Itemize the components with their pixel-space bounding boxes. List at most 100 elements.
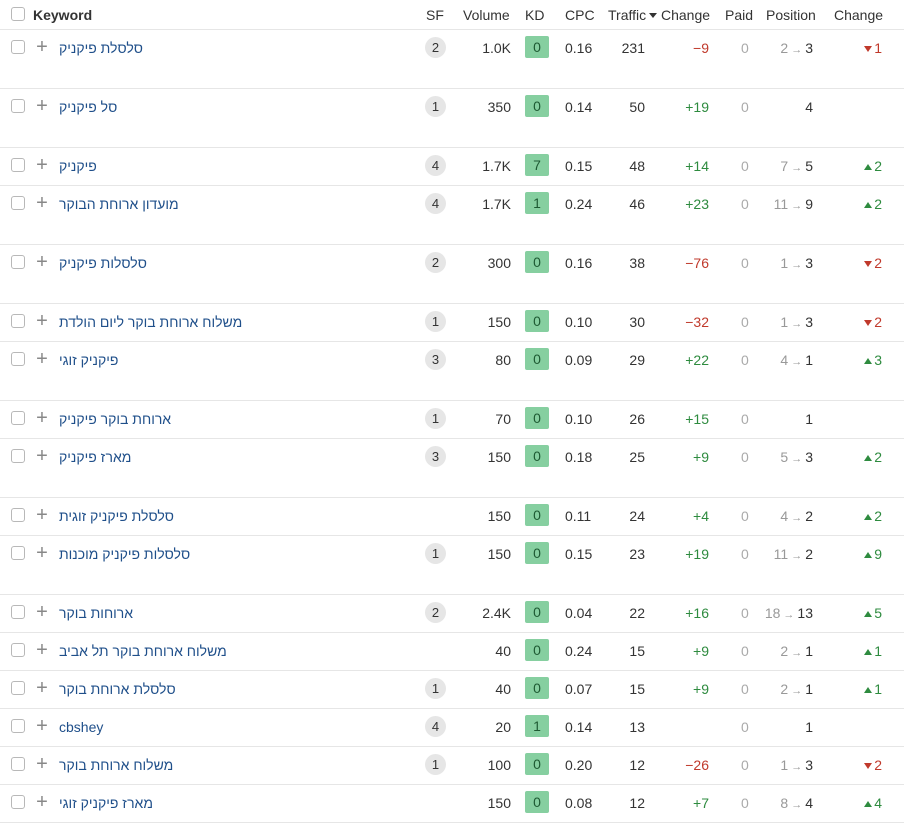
triangle-up-icon xyxy=(864,202,873,208)
plus-icon[interactable]: + xyxy=(35,155,49,175)
header-volume[interactable]: Volume xyxy=(463,7,510,23)
serp-features-badge[interactable]: 4 xyxy=(425,193,446,214)
position-new: 3 xyxy=(805,255,813,271)
row-checkbox[interactable] xyxy=(11,255,25,269)
header-traffic[interactable]: Traffic xyxy=(608,7,658,23)
plus-icon[interactable]: + xyxy=(35,505,49,525)
row-checkbox[interactable] xyxy=(11,352,25,366)
keyword-link[interactable]: סלסלות פיקניק xyxy=(59,254,147,272)
keyword-link[interactable]: משלוח ארוחת בוקר xyxy=(59,756,173,774)
keyword-link[interactable]: משלוח ארוחת בוקר ליום הולדת xyxy=(59,313,242,331)
row-checkbox[interactable] xyxy=(11,158,25,172)
header-cpc[interactable]: CPC xyxy=(565,7,595,23)
serp-features-badge[interactable]: 1 xyxy=(425,543,446,564)
position-change-value: 2 xyxy=(874,314,882,330)
serp-features-badge[interactable]: 1 xyxy=(425,678,446,699)
traffic-change-value: +14 xyxy=(685,158,709,174)
header-keyword[interactable]: Keyword xyxy=(33,7,92,23)
row-checkbox[interactable] xyxy=(11,757,25,771)
row-checkbox[interactable] xyxy=(11,99,25,113)
serp-features-badge[interactable]: 1 xyxy=(425,96,446,117)
row-checkbox[interactable] xyxy=(11,411,25,425)
plus-icon[interactable]: + xyxy=(35,792,49,812)
header-position[interactable]: Position xyxy=(766,7,816,23)
serp-features-badge[interactable]: 1 xyxy=(425,408,446,429)
plus-icon[interactable]: + xyxy=(35,446,49,466)
keyword-link[interactable]: מועדון ארוחת הבוקר xyxy=(59,195,179,213)
row-checkbox[interactable] xyxy=(11,40,25,54)
keyword-link[interactable]: פיקניק xyxy=(59,157,97,175)
row-checkbox[interactable] xyxy=(11,314,25,328)
table-row: + משלוח ארוחת בוקר 1 100 0 0.20 12 −26 0 1 → 3 2 xyxy=(0,747,904,785)
kd-badge: 0 xyxy=(525,348,549,370)
plus-icon[interactable]: + xyxy=(35,716,49,736)
keyword-link[interactable]: מארז פיקניק xyxy=(59,448,131,466)
triangle-up-icon xyxy=(864,455,873,461)
row-checkbox[interactable] xyxy=(11,719,25,733)
plus-icon[interactable]: + xyxy=(35,640,49,660)
keyword-link[interactable]: סל פיקניק xyxy=(59,98,117,116)
row-checkbox[interactable] xyxy=(11,508,25,522)
keyword-link[interactable]: סלסלת פיקניק xyxy=(59,39,143,57)
cpc-value: 0.18 xyxy=(565,449,593,465)
plus-icon[interactable]: + xyxy=(35,193,49,213)
row-checkbox[interactable] xyxy=(11,605,25,619)
table-row: + סל פיקניק 1 350 0 0.14 50 +19 0 4 xyxy=(0,89,904,148)
plus-icon[interactable]: + xyxy=(35,37,49,57)
header-change[interactable]: Change xyxy=(661,7,710,23)
header-kd[interactable]: KD xyxy=(525,7,544,23)
keyword-link[interactable]: מארז פיקניק זוגי xyxy=(59,794,153,812)
keyword-link[interactable]: cbshey xyxy=(59,718,103,736)
plus-icon[interactable]: + xyxy=(35,96,49,116)
keyword-link[interactable]: סלסלת פיקניק זוגית xyxy=(59,507,174,525)
keyword-link[interactable]: פיקניק זוגי xyxy=(59,351,118,369)
plus-icon[interactable]: + xyxy=(35,678,49,698)
keyword-link[interactable]: משלוח ארוחת בוקר תל אביב xyxy=(59,642,227,660)
serp-features-badge[interactable]: 2 xyxy=(425,252,446,273)
traffic-change-value: −9 xyxy=(693,40,709,56)
keyword-link[interactable]: סלסלות פיקניק מוכנות xyxy=(59,545,190,563)
row-checkbox[interactable] xyxy=(11,795,25,809)
paid-value: 0 xyxy=(741,546,749,562)
serp-features-badge[interactable]: 4 xyxy=(425,716,446,737)
select-all-checkbox[interactable] xyxy=(11,7,25,21)
position-change-value: 2 xyxy=(874,196,882,212)
serp-features-badge[interactable]: 3 xyxy=(425,446,446,467)
row-checkbox[interactable] xyxy=(11,546,25,560)
row-checkbox[interactable] xyxy=(11,681,25,695)
serp-features-badge[interactable]: 3 xyxy=(425,349,446,370)
row-checkbox[interactable] xyxy=(11,196,25,210)
serp-features-badge[interactable]: 4 xyxy=(425,155,446,176)
header-position-change[interactable]: Change xyxy=(834,7,883,23)
header-sf[interactable]: SF xyxy=(426,7,444,23)
position-change: 2 xyxy=(864,195,882,213)
plus-icon[interactable]: + xyxy=(35,311,49,331)
position-value: 1 → 3 xyxy=(780,756,813,776)
keyword-link[interactable]: ארוחות בוקר xyxy=(59,604,133,622)
plus-icon[interactable]: + xyxy=(35,754,49,774)
traffic-change-value: −26 xyxy=(685,757,709,773)
volume-value: 1.0K xyxy=(482,40,511,56)
plus-icon[interactable]: + xyxy=(35,349,49,369)
serp-features-badge[interactable]: 1 xyxy=(425,754,446,775)
header-paid[interactable]: Paid xyxy=(725,7,753,23)
traffic-value: 24 xyxy=(629,508,645,524)
triangle-up-icon xyxy=(864,164,873,170)
plus-icon[interactable]: + xyxy=(35,602,49,622)
kd-badge: 0 xyxy=(525,601,549,623)
serp-features-badge[interactable]: 2 xyxy=(425,37,446,58)
serp-features-badge[interactable]: 2 xyxy=(425,602,446,623)
row-checkbox[interactable] xyxy=(11,449,25,463)
serp-features-badge[interactable]: 1 xyxy=(425,311,446,332)
keyword-link[interactable]: סלסלת ארוחת בוקר xyxy=(59,680,176,698)
plus-icon[interactable]: + xyxy=(35,252,49,272)
plus-icon[interactable]: + xyxy=(35,543,49,563)
arrow-right-icon: → xyxy=(791,512,803,524)
row-checkbox[interactable] xyxy=(11,643,25,657)
position-old: 2 xyxy=(780,40,789,56)
keyword-link[interactable]: ארוחת בוקר פיקניק xyxy=(59,410,171,428)
position-old: 11 xyxy=(773,546,789,562)
traffic-change-value: +19 xyxy=(685,546,709,562)
position-new: 3 xyxy=(805,757,813,773)
plus-icon[interactable]: + xyxy=(35,408,49,428)
